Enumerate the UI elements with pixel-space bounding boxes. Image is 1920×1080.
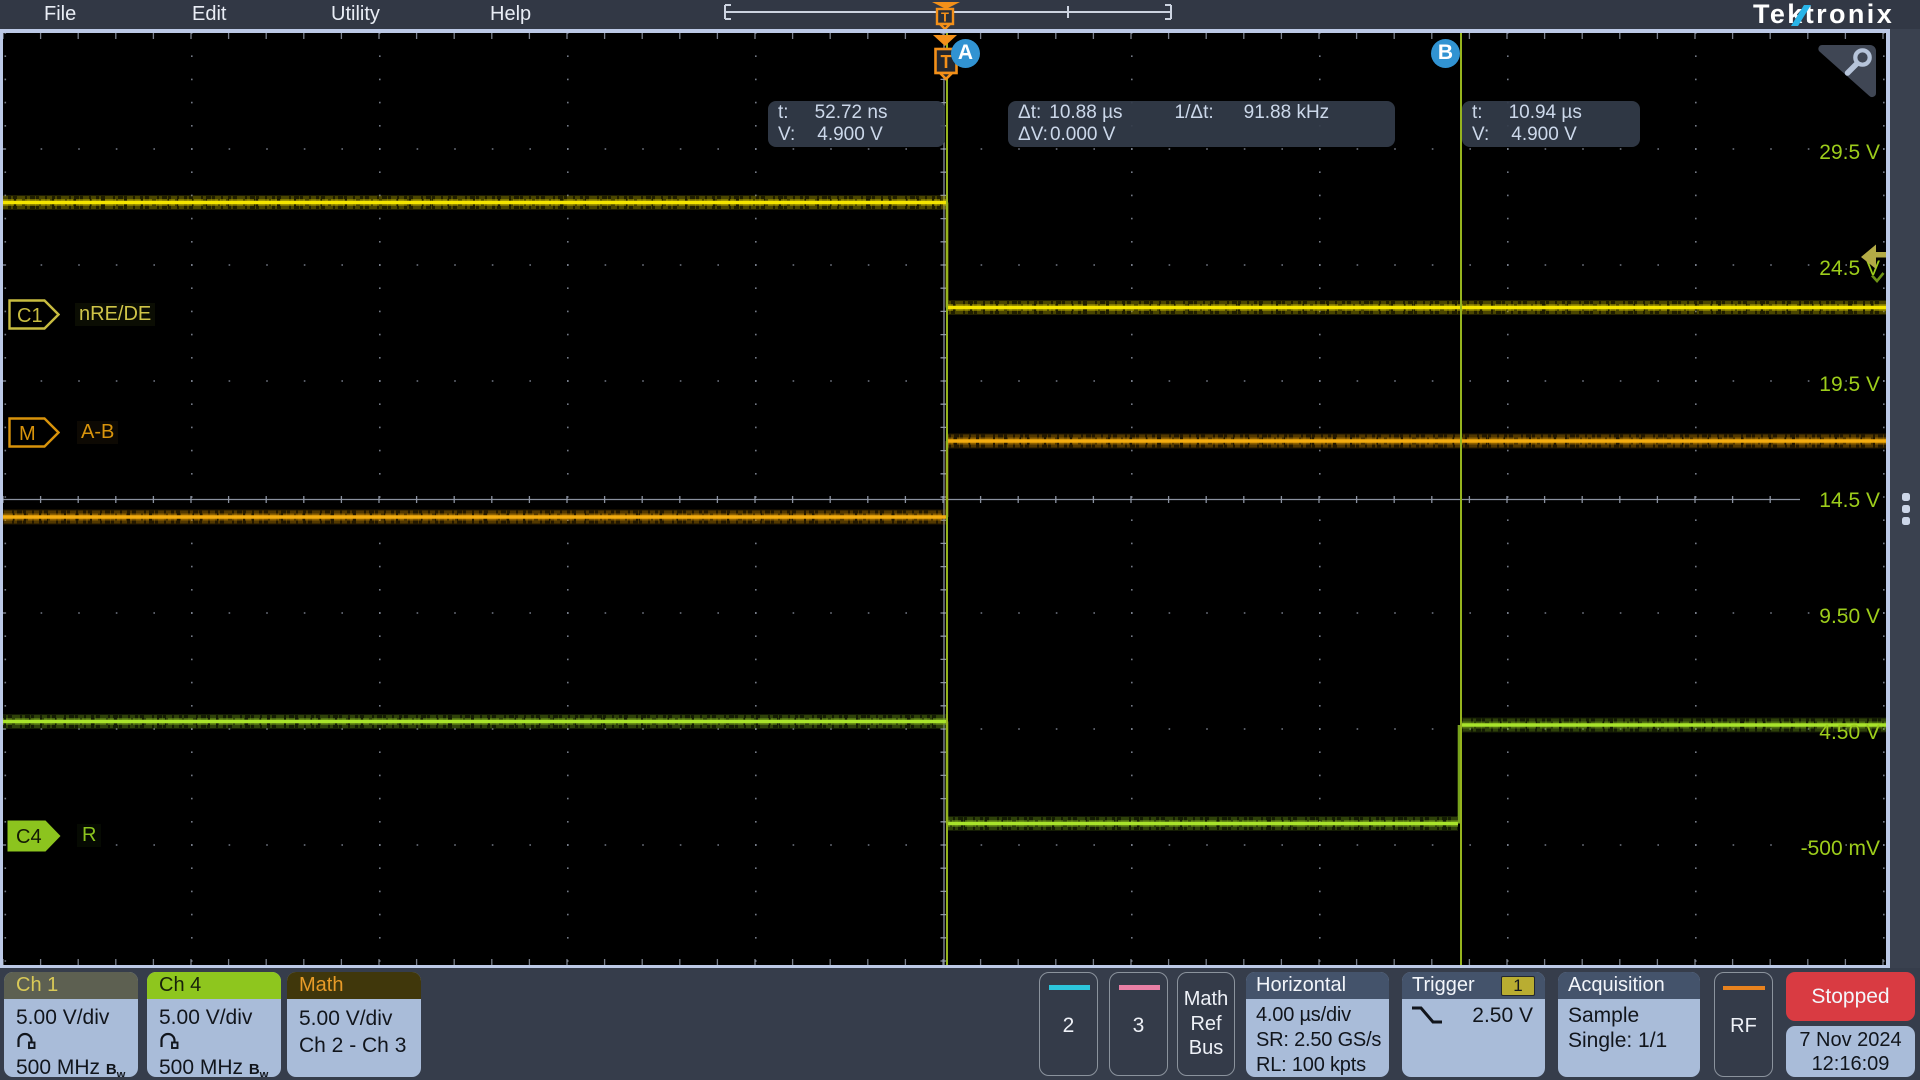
svg-text:M: M	[19, 423, 36, 445]
svg-text:C4: C4	[16, 826, 42, 848]
svg-text:C1: C1	[17, 305, 43, 327]
svg-text:Tektronix: Tektronix	[1753, 0, 1894, 29]
svg-text:T: T	[941, 52, 952, 72]
svg-text:T: T	[941, 10, 949, 25]
